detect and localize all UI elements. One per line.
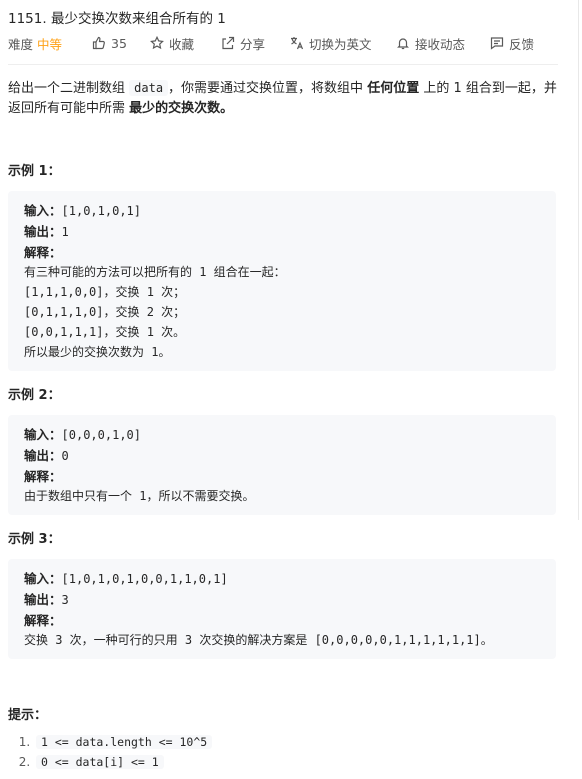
notifications-label: 接收动态 <box>415 36 466 52</box>
example-input: [1,0,1,0,1] <box>61 204 141 218</box>
explanation-line: 有三种可能的方法可以把所有的 1 组合在一起： <box>24 265 286 280</box>
explanation-line: [0,0,1,1,1]，交换 1 次。 <box>24 324 186 339</box>
problem-title: 1151. 最少交换次数来组合所有的 1 <box>8 11 226 27</box>
favorite-label: 收藏 <box>169 36 195 52</box>
hints-list: 1 <= data.length <= 10^5 0 <= data[i] <=… <box>8 732 213 772</box>
example-3-heading: 示例 3： <box>8 532 61 547</box>
example-output: 0 <box>61 448 69 463</box>
explanation-line: 由于数组中只有一个 1，所以不需要交换。 <box>24 489 255 504</box>
hint-code: 0 <= data[i] <= 1 <box>36 755 164 769</box>
problem-description: 给出一个二进制数组 data ，你需要通过交换位置，将数组中 任何位置 上的 1 … <box>8 78 560 119</box>
explain-label: 解释： <box>24 612 62 628</box>
comment-icon <box>490 36 504 50</box>
star-icon <box>150 36 164 50</box>
hints-heading: 提示： <box>8 708 48 723</box>
like-button[interactable]: 35 <box>92 34 127 52</box>
output-label: 输出： <box>24 223 62 239</box>
example-input: [1,0,1,0,1,0,0,1,1,0,1] <box>61 572 228 586</box>
notifications-button[interactable]: 接收动态 <box>396 34 465 52</box>
input-label: 输入： <box>24 571 62 586</box>
example-1-heading: 示例 1： <box>8 164 61 179</box>
output-label: 输出： <box>24 591 62 607</box>
share-label: 分享 <box>240 36 266 52</box>
example-output: 1 <box>61 224 69 239</box>
example-2-block: 输入：[0,0,0,1,0] 输出：0 解释： 由于数组中只有一个 1，所以不需… <box>8 415 556 515</box>
difficulty: 难度 中等 <box>8 34 62 52</box>
switch-language-button[interactable]: 切换为英文 <box>290 34 372 52</box>
panel-border <box>578 0 579 520</box>
hint-item: 0 <= data[i] <= 1 <box>34 752 212 772</box>
example-output: 3 <box>61 592 69 607</box>
difficulty-value: 中等 <box>37 36 63 52</box>
hint-code: 1 <= data.length <= 10^5 <box>36 735 213 749</box>
explain-label: 解释： <box>24 468 62 484</box>
example-2-heading: 示例 2： <box>8 388 61 403</box>
example-input: [0,0,0,1,0] <box>61 428 141 442</box>
difficulty-label: 难度 <box>8 36 34 52</box>
feedback-label: 反馈 <box>509 36 535 52</box>
thumbs-up-icon <box>92 36 106 50</box>
explanation-line: [0,1,1,1,0]，交换 2 次； <box>24 304 186 319</box>
explanation-line: 所以最少的交换次数为 1。 <box>24 344 171 359</box>
like-count: 35 <box>111 35 127 51</box>
share-button[interactable]: 分享 <box>221 34 265 52</box>
share-icon <box>221 36 235 50</box>
description-bold: 最少的交换次数。 <box>129 101 234 116</box>
header-divider <box>8 64 558 65</box>
hint-item: 1 <= data.length <= 10^5 <box>34 732 213 752</box>
bell-icon <box>396 36 410 50</box>
example-1-block: 输入：[1,0,1,0,1] 输出：1 解释： 有三种可能的方法可以把所有的 1… <box>8 191 556 371</box>
inline-code-data: data <box>129 80 169 96</box>
description-text: ，你需要通过交换位置，将数组中 <box>168 81 368 96</box>
description-text: 给出一个二进制数组 <box>8 81 130 96</box>
output-label: 输出： <box>24 447 62 463</box>
explanation-line: [1,1,1,0,0]，交换 1 次； <box>24 285 186 300</box>
favorite-button[interactable]: 收藏 <box>150 34 194 52</box>
example-3-block: 输入：[1,0,1,0,1,0,0,1,1,0,1] 输出：3 解释： 交换 3… <box>8 559 556 659</box>
switch-language-label: 切换为英文 <box>309 36 372 52</box>
explain-label: 解释： <box>24 244 62 260</box>
feedback-button[interactable]: 反馈 <box>490 34 534 52</box>
input-label: 输入： <box>24 427 62 442</box>
explanation-line: 交换 3 次，一种可行的只用 3 次交换的解决方案是 [0,0,0,0,0,1,… <box>24 633 493 648</box>
translate-icon <box>290 36 304 50</box>
input-label: 输入： <box>24 203 62 218</box>
description-bold: 任何位置 <box>367 81 420 96</box>
